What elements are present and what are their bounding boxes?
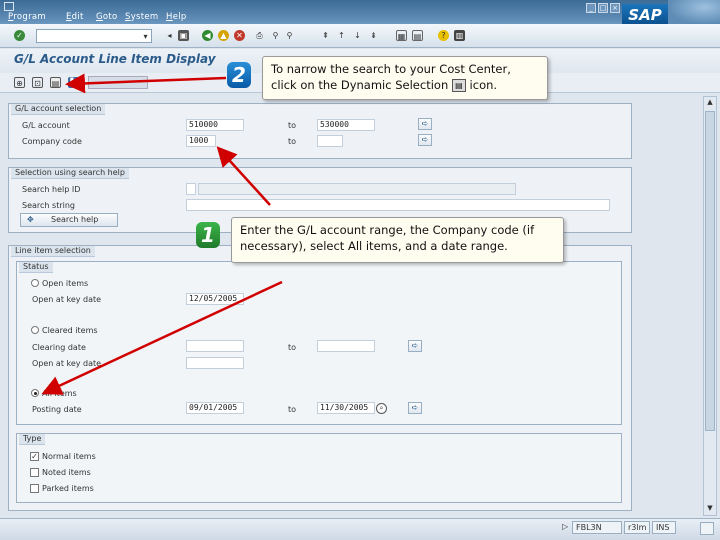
callout-step-1: Enter the G/L account range, the Company… — [231, 217, 564, 263]
callout-step-2-line1: To narrow the search to your Cost Center… — [271, 62, 511, 76]
callout-step-2-suffix: icon. — [469, 78, 498, 92]
step-1-badge: 1 — [196, 222, 220, 248]
callout-step-2: To narrow the search to your Cost Center… — [262, 56, 548, 100]
arrow-to-dynamic-selection — [65, 73, 227, 94]
arrow-to-company-code — [216, 146, 271, 206]
callout-step-2-text: click on the Dynamic Selection — [271, 78, 449, 92]
arrow-to-all-items — [41, 280, 283, 395]
dynamic-selection-icon: ▤ — [451, 79, 466, 92]
step-2-badge: 2 — [227, 62, 251, 88]
callout-step-2-line2: click on the Dynamic Selection ▤ icon. — [271, 77, 539, 93]
